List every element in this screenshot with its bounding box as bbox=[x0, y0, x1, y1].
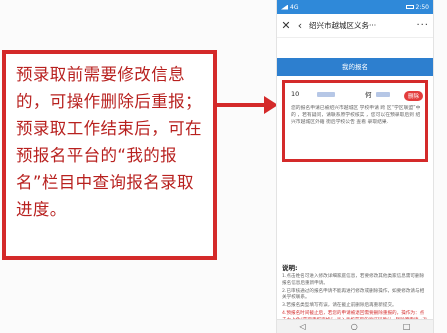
phone-screen: 4G 2:50 ✕ ‹ 绍兴市越城区义务··· ··· 我的报名 10 何 删除… bbox=[276, 0, 434, 333]
notes-title: 说明: bbox=[282, 264, 298, 272]
note-item: 1.点击姓名可进入修改详细家庭信息，若要修改其他类家信息需可删除报名信息后重新申… bbox=[282, 274, 425, 286]
status-bar: 4G 2:50 bbox=[277, 0, 433, 14]
note-item: 2.已审核通过的报名申请不能再进行修改或删除操作，如要修改请与相关学校联系。 bbox=[282, 288, 425, 301]
record-id: 10 bbox=[291, 90, 300, 98]
note-item: 3.若报名类型填写有误，请在截止前删除后再重新提交。 bbox=[282, 303, 397, 309]
record-description: 您的报名申请已被绍兴市越城区 学校申请 跨 区“学区联盟”中的 ，若有疑问，请联… bbox=[291, 106, 421, 125]
battery-icon bbox=[405, 5, 414, 9]
status-time: 2:50 bbox=[415, 3, 429, 11]
page-title: 绍兴市越城区义务··· bbox=[309, 21, 377, 30]
section-header: 我的报名 bbox=[277, 58, 433, 76]
registration-record-card[interactable]: 10 何 删除 您的报名申请已被绍兴市越城区 学校申请 跨 区“学区联盟”中的 … bbox=[282, 80, 428, 162]
record-header-row: 10 何 bbox=[291, 89, 421, 99]
redacted-id bbox=[317, 91, 335, 97]
nav-bar: ✕ ‹ 绍兴市越城区义务··· ··· bbox=[277, 14, 433, 38]
home-circle-icon[interactable]: ○ bbox=[351, 322, 358, 331]
student-name[interactable]: 何 bbox=[365, 89, 372, 99]
more-menu-button[interactable]: ··· bbox=[416, 20, 429, 31]
signal-icon bbox=[281, 4, 288, 10]
callout-arrow-icon bbox=[216, 96, 278, 114]
delete-button[interactable]: 删除 bbox=[403, 91, 423, 101]
annotation-callout: 预录取前需要修改信息的，可操作删除后重报；预录取工作结束后，可在预报名平台的“我… bbox=[2, 50, 217, 260]
screenshot-stage: 预录取前需要修改信息的，可操作删除后重报；预录取工作结束后，可在预报名平台的“我… bbox=[0, 0, 447, 333]
callout-text: 预录取前需要修改信息的，可操作删除后重报；预录取工作结束后，可在预报名平台的“我… bbox=[16, 65, 202, 219]
system-nav-bar: ◁ ○ □ bbox=[277, 319, 433, 333]
recent-square-icon[interactable]: □ bbox=[403, 322, 411, 331]
blank-area bbox=[277, 162, 433, 262]
network-label: 4G bbox=[290, 3, 299, 11]
back-triangle-icon[interactable]: ◁ bbox=[300, 322, 306, 331]
close-icon[interactable]: ✕ bbox=[281, 20, 291, 31]
back-arrow-icon[interactable]: ‹ bbox=[295, 20, 305, 31]
redacted-name bbox=[375, 91, 390, 97]
